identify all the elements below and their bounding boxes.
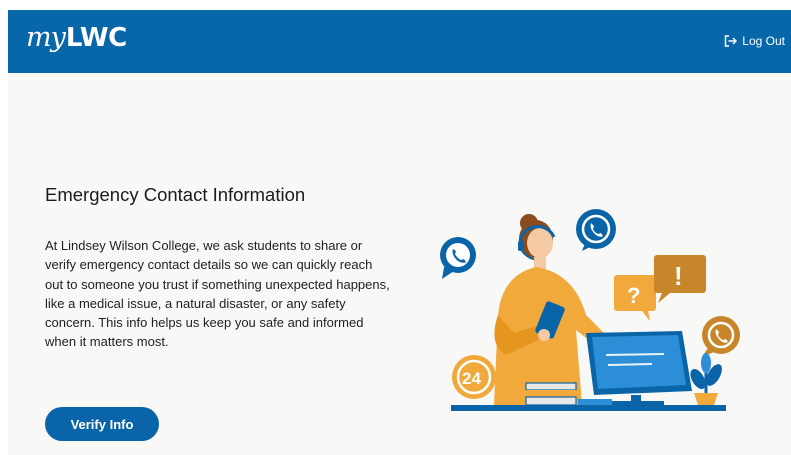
24-hour-badge-icon: 24 [452,355,496,399]
potted-plant [690,353,722,405]
question-mark-text: ? [627,283,640,308]
computer-monitor [578,331,692,406]
page-description: At Lindsey Wilson College, we ask studen… [45,238,390,350]
page-title: Emergency Contact Information [45,184,306,205]
top-header: my LWC Log Out [8,10,791,73]
logout-button[interactable]: Log Out [724,34,785,48]
logo-script-text: my [26,22,66,53]
phone-bubble-right-icon [702,316,740,357]
badge-24-text: 24 [462,369,481,388]
exclamation-bubble-icon: ! [654,255,706,303]
support-agent-illustration: ? ! 24 [440,209,740,411]
book-stack [524,382,578,406]
logo-bold-text: LWC [65,23,127,53]
logout-icon [725,35,738,47]
phone-bubble-left-icon [440,237,476,279]
question-bubble-icon: ? [614,275,656,321]
floor-line [451,405,726,411]
page-frame: my LWC Log Out Emergency Contact Informa… [8,10,791,455]
exclamation-mark-text: ! [674,261,683,291]
logout-label: Log Out [742,34,785,48]
chat-bubble-top-icon [576,209,616,251]
mylwc-logo[interactable]: my LWC [26,22,127,62]
verify-info-button[interactable]: Verify Info [45,407,159,441]
